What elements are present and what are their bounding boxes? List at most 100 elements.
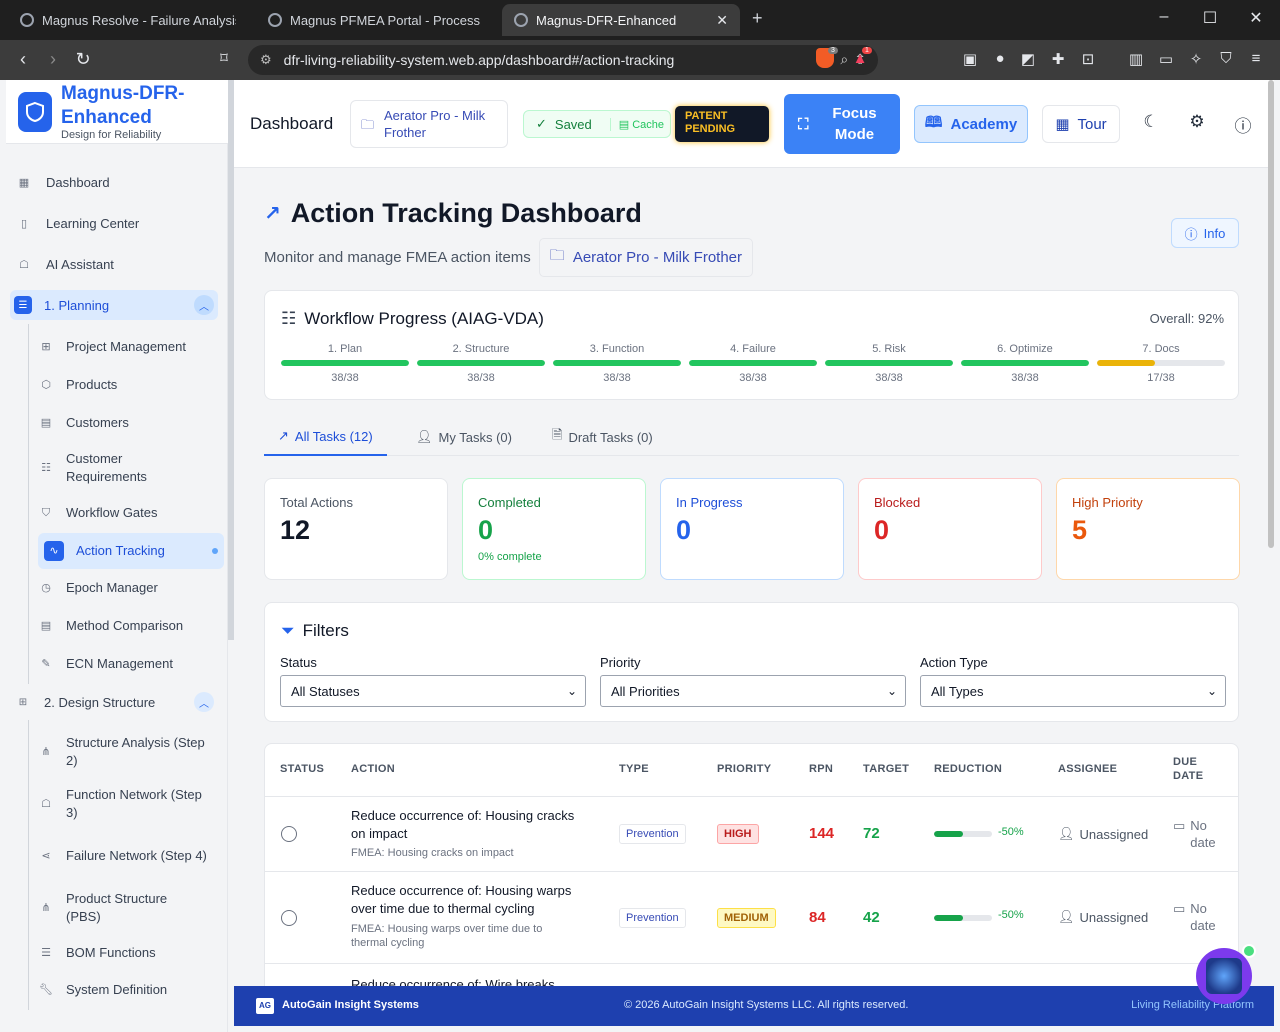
chevron-up-icon[interactable]: ︿ <box>194 295 214 315</box>
footer: AG AutoGain Insight Systems © 2026 AutoG… <box>234 986 1274 1026</box>
search-extension-icon[interactable]: ⊡ <box>1078 50 1098 68</box>
sidebar-item-structure-analysis[interactable]: ⋔ Structure Analysis (Step 2) <box>38 734 224 770</box>
sidebar-item-dashboard[interactable]: ▦ Dashboard <box>16 166 110 198</box>
workflow-title: ☷ Workflow Progress (AIAG-VDA) <box>281 309 544 328</box>
due-date[interactable]: ▭ No date <box>1173 900 1216 934</box>
sidebar-item-method-comparison[interactable]: ▤ Method Comparison <box>38 615 224 637</box>
sidebar-item-failure-network[interactable]: ⋖ Failure Network (Step 4) <box>38 838 224 874</box>
sidebar-item-customer-requirements[interactable]: ☷ Customer Requirements <box>38 450 224 486</box>
step-progress-bar <box>281 360 409 366</box>
table-row[interactable]: Reduce occurrence of: Housing cracks on … <box>265 796 1238 872</box>
step-label: 4. Failure <box>730 343 776 355</box>
browser-tab-1[interactable]: Magnus Resolve - Failure Analysis <box>8 6 248 34</box>
sidebar-item-products[interactable]: ⬡ Products <box>38 374 224 396</box>
reduction-bar <box>934 831 992 837</box>
status-radio[interactable] <box>281 910 297 926</box>
sidebar-item-customers[interactable]: ▤ Customers <box>38 412 224 434</box>
maximize-icon[interactable]: ☐ <box>1198 8 1222 28</box>
table-row[interactable]: Reduce occurrence of: Wire breaks <box>265 964 1238 986</box>
vpn-shield-icon[interactable]: ⛉ <box>1216 50 1236 67</box>
project-selector[interactable]: 🗀︎ Aerator Pro - Milk Frother <box>350 100 508 148</box>
folder-icon: 🗀︎ <box>361 116 375 132</box>
col-priority: PRIORITY <box>717 763 772 775</box>
assignee[interactable]: 👤︎ Unassigned <box>1058 826 1148 842</box>
hierarchy-icon: ⊞ <box>18 696 28 708</box>
main-scrollbar[interactable] <box>1268 80 1274 548</box>
tab-title: Magnus Resolve - Failure Analysis <box>42 12 236 28</box>
action-source: FMEA: Housing warps over time due to the… <box>351 923 543 949</box>
browser-tab-3-active[interactable]: Magnus-DFR-Enhanced ✕ <box>502 4 740 36</box>
tab-title: Magnus PFMEA Portal - Process Failu <box>290 12 484 28</box>
sidebar-item-product-structure[interactable]: ⋔ Product Structure (PBS) <box>38 890 224 926</box>
sidebar-item-epoch-manager[interactable]: ◷ Epoch Manager <box>38 577 224 599</box>
menu-icon[interactable]: ≡ <box>1246 50 1266 67</box>
close-icon[interactable]: ✕ <box>716 12 728 29</box>
sidebar-item-bom-functions[interactable]: ☰ BOM Functions <box>38 942 224 964</box>
chevron-up-icon[interactable]: ︿ <box>194 692 214 712</box>
help-icon[interactable]: ⓘ <box>1232 112 1254 136</box>
sidebar-toggle-icon[interactable]: ▥ <box>1126 50 1146 68</box>
stat-card: Total Actions 12 <box>264 478 448 580</box>
expand-icon: ⛶ <box>798 115 809 133</box>
minimize-icon[interactable]: – <box>1152 8 1176 26</box>
status-filter-select[interactable]: All Statuses ⌄ <box>280 675 586 707</box>
url-bar[interactable]: ⚙ dfr-living-reliability-system.web.app/… <box>248 45 878 75</box>
col-status: STATUS <box>280 763 325 775</box>
globe-icon <box>20 13 34 27</box>
step-progress-fill <box>689 360 817 366</box>
network-icon: ⋔ <box>41 746 51 758</box>
sidebar-item-function-network[interactable]: ☖ Function Network (Step 3) <box>38 786 224 822</box>
map-icon: ▦ <box>1055 116 1070 133</box>
table-row[interactable]: Reduce occurrence of: Housing warps over… <box>265 872 1238 964</box>
puzzle-extension-icon[interactable]: ✚ <box>1048 50 1068 68</box>
col-type: TYPE <box>619 763 649 775</box>
site-settings-icon[interactable]: ⚙ <box>260 52 272 68</box>
tab-all-tasks[interactable]: ↗ All Tasks (12) <box>264 418 387 456</box>
target-value: 72 <box>863 825 880 842</box>
zoom-icon[interactable]: ⌕ <box>840 51 848 68</box>
back-arrow-icon[interactable]: ‹ <box>12 49 34 70</box>
step-progress-bar <box>689 360 817 366</box>
window-close-icon[interactable]: ✕ <box>1244 8 1268 28</box>
sidebar-item-system-definition[interactable]: 🔧︎ System Definition <box>38 979 224 1001</box>
notion-extension-icon[interactable]: ▣ <box>960 50 980 68</box>
tab-draft-tasks[interactable]: 🗎︎ Draft Tasks (0) <box>552 418 653 456</box>
gear-icon[interactable]: ⚙ <box>1186 112 1208 134</box>
new-tab-plus-icon[interactable]: + <box>752 8 763 29</box>
assignee[interactable]: 👤︎ Unassigned <box>1058 909 1148 925</box>
checklist-icon: ☷ <box>41 462 51 474</box>
priority-filter-select[interactable]: All Priorities ⌄ <box>600 675 906 707</box>
sidebar-section-planning[interactable]: ☰ 1. Planning ︿ <box>10 290 218 320</box>
sidebar-item-project-management[interactable]: ⊞ Project Management <box>38 336 224 358</box>
stat-value: 0 <box>478 515 494 545</box>
wallet-icon[interactable]: ▭ <box>1156 50 1176 68</box>
bookmark-icon[interactable]: ⌑ <box>213 49 235 67</box>
tab-my-tasks[interactable]: 👤︎ My Tasks (0) <box>416 418 512 456</box>
calendar-icon: ▭ <box>1173 818 1186 833</box>
sidebar-item-action-tracking[interactable]: ∿ Action Tracking <box>38 533 224 569</box>
status-radio[interactable] <box>281 826 297 842</box>
chat-extension-icon[interactable]: ● <box>990 50 1010 67</box>
tour-button[interactable]: ▦ Tour <box>1042 105 1120 143</box>
due-date[interactable]: ▭ No date <box>1173 817 1216 851</box>
reload-icon[interactable]: ↻ <box>72 49 94 70</box>
sidebar-item-workflow-gates[interactable]: ⛉ Workflow Gates <box>38 502 224 524</box>
type-filter-select[interactable]: All Types ⌄ <box>920 675 1226 707</box>
leo-ai-icon[interactable]: ✧ <box>1186 50 1206 68</box>
page-subtitle: Monitor and manage FMEA action items 🗀︎ … <box>264 238 754 277</box>
forward-arrow-icon[interactable]: › <box>42 49 64 70</box>
info-button[interactable]: ⓘ Info <box>1171 218 1239 248</box>
browser-tab-2[interactable]: Magnus PFMEA Portal - Process Failu <box>256 6 496 34</box>
moon-icon[interactable]: ☾ <box>1140 112 1162 134</box>
sidebar-item-ai-assistant[interactable]: ☖ AI Assistant <box>16 248 114 280</box>
globe-icon <box>514 13 528 27</box>
sidebar-item-learning-center[interactable]: ▯ Learning Center <box>16 207 139 239</box>
focus-mode-button[interactable]: ⛶ Focus Mode <box>784 94 900 154</box>
sidebar-item-ecn-management[interactable]: ✎ ECN Management <box>38 653 224 675</box>
sidebar-section-design-structure[interactable]: ⊞ 2. Design Structure ︿ <box>10 687 218 717</box>
academy-button[interactable]: 🕮︎ Academy <box>914 105 1028 143</box>
send-extension-icon[interactable]: ◩ <box>1018 50 1038 68</box>
save-status: ✓ Saved ▤ Cache <box>523 110 671 138</box>
workflow-step: 4. Failure 38/38 <box>689 343 817 384</box>
step-count: 38/38 <box>1011 372 1039 384</box>
